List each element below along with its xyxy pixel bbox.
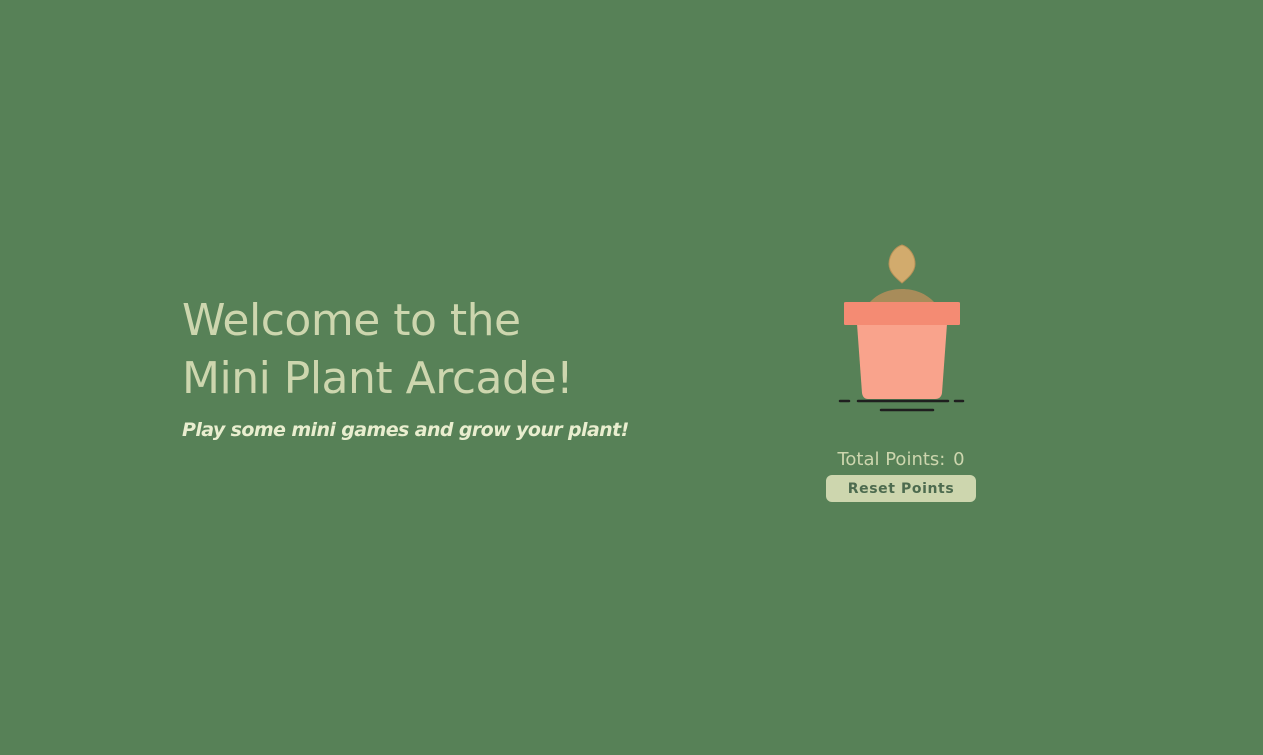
- pot-body: [857, 324, 947, 399]
- ground-lines-icon: [838, 399, 965, 412]
- total-points: Total Points: 0: [820, 449, 982, 471]
- page-title-line-1: Welcome to the: [182, 295, 521, 346]
- potted-seedling-icon: [838, 244, 965, 412]
- hero-section: Welcome to the Mini Plant Arcade! Play s…: [182, 292, 702, 442]
- pot-rim: [844, 302, 960, 325]
- page-title: Welcome to the Mini Plant Arcade!: [182, 292, 702, 408]
- reset-points-button[interactable]: Reset Points: [826, 475, 976, 502]
- page-title-line-2: Mini Plant Arcade!: [182, 353, 574, 404]
- plant-panel: Total Points: 0 Reset Points: [820, 238, 982, 502]
- total-points-label: Total Points:: [837, 449, 946, 470]
- total-points-value: 0: [953, 449, 965, 470]
- soil-icon: [869, 289, 935, 303]
- seed-icon: [888, 244, 916, 284]
- page-subtitle: Play some mini games and grow your plant…: [182, 419, 629, 441]
